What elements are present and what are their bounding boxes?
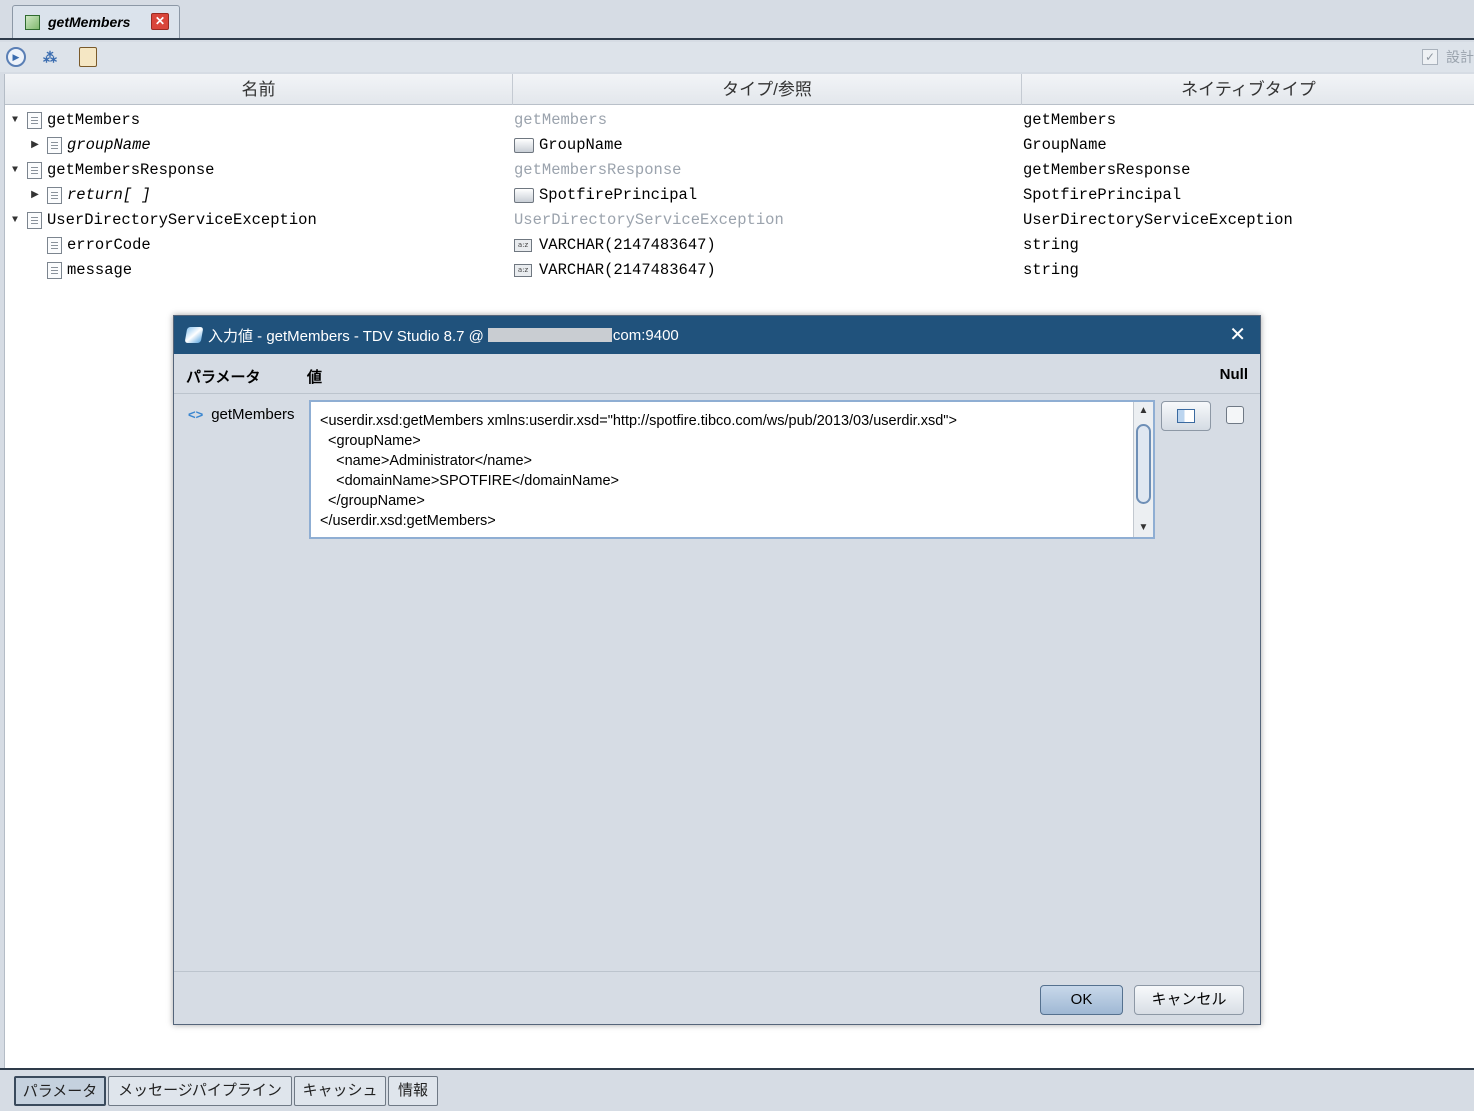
toolbar: ▶ ⁂ ✓ 設計 (0, 42, 1474, 72)
design-checkbox[interactable]: ✓ (1422, 49, 1438, 65)
expand-arrow-icon[interactable]: ▼ (9, 158, 21, 183)
tree-row-native: GroupName (1023, 136, 1107, 154)
tree-row[interactable]: ▶ groupName GroupName GroupName (5, 133, 1474, 158)
hierarchy-icon: ⁂ (43, 48, 57, 65)
column-header-type[interactable]: タイプ/参照 (513, 74, 1022, 105)
input-values-dialog: 入力値 - getMembers - TDV Studio 8.7 @ com:… (173, 315, 1261, 1025)
xml-element-icon: <> (188, 407, 204, 422)
struct-type-icon (514, 188, 534, 203)
tree-row-type: getMembers (514, 111, 608, 129)
tree-row[interactable]: ▶ return[ ] SpotfirePrincipal SpotfirePr… (5, 183, 1474, 208)
document-icon (47, 137, 62, 154)
vertical-scrollbar[interactable]: ▲ ▼ (1133, 402, 1153, 537)
editor-tab-bar: getMembers ✕ (0, 0, 1474, 40)
properties-button[interactable] (76, 45, 100, 69)
tree-row-name: getMembers (47, 111, 141, 129)
tree-row-type: GroupName (539, 136, 623, 154)
tree-row-type: SpotfirePrincipal (539, 186, 698, 204)
tree-row-type: VARCHAR(2147483647) (539, 261, 716, 279)
tree-row-native: string (1023, 236, 1079, 254)
header-null: Null (1219, 366, 1248, 383)
tdv-studio-icon (184, 327, 204, 343)
tree-row-native: getMembers (1023, 111, 1117, 129)
design-label: 設計 (1446, 49, 1474, 65)
column-header: 名前 タイプ/参照 ネイティブタイプ (5, 74, 1474, 105)
xml-value-textarea[interactable]: <userdir.xsd:getMembers xmlns:userdir.xs… (309, 400, 1155, 539)
editor-tab-title: getMembers (48, 14, 131, 30)
varchar-type-icon: a:z (514, 239, 532, 252)
tree-row-native: SpotfirePrincipal (1023, 186, 1182, 204)
tab-message-pipeline[interactable]: メッセージパイプライン (108, 1076, 292, 1106)
play-icon: ▶ (6, 47, 26, 67)
tree-row-name: UserDirectoryServiceException (47, 211, 317, 229)
design-toggle[interactable]: ✓ 設計 (1422, 47, 1474, 67)
tree-row[interactable]: message a:z VARCHAR(2147483647) string (5, 258, 1474, 283)
column-header-native-type[interactable]: ネイティブタイプ (1022, 74, 1474, 105)
operation-node-icon (27, 162, 42, 179)
tree-row-type: UserDirectoryServiceException (514, 211, 784, 229)
tree-row-name: message (67, 261, 133, 279)
header-value: 値 (307, 369, 323, 386)
tab-cache[interactable]: キャッシュ (294, 1076, 386, 1106)
tree-row[interactable]: errorCode a:z VARCHAR(2147483647) string (5, 233, 1474, 258)
editor-window-icon (1177, 409, 1195, 423)
tree-row-name: errorCode (67, 236, 151, 254)
null-checkbox[interactable] (1226, 406, 1244, 424)
scrollbar-thumb[interactable] (1136, 424, 1151, 504)
tree-row-type: getMembersResponse (514, 161, 682, 179)
expand-arrow-icon[interactable]: ▼ (9, 208, 21, 233)
scroll-up-icon[interactable]: ▲ (1134, 402, 1153, 420)
tree-row-name: return[ ] (67, 186, 151, 204)
document-icon (47, 262, 62, 279)
operation-node-icon (27, 112, 42, 129)
column-header-name[interactable]: 名前 (5, 74, 513, 105)
expand-arrow-icon[interactable]: ▼ (9, 108, 21, 133)
operation-icon (25, 14, 40, 30)
close-icon[interactable]: ✕ (151, 13, 169, 30)
tree-row-name: getMembersResponse (47, 161, 215, 179)
tab-info[interactable]: 情報 (388, 1076, 438, 1106)
dialog-title-suffix: com:9400 (612, 326, 679, 344)
tree-row-name: groupName (67, 136, 151, 154)
tree-view-button[interactable]: ⁂ (38, 45, 62, 69)
parameter-name: <> getMembers (188, 406, 295, 423)
tree-row[interactable]: ▼ getMembers getMembers getMembers (5, 108, 1474, 133)
scroll-down-icon[interactable]: ▼ (1134, 519, 1153, 537)
xml-value-text[interactable]: <userdir.xsd:getMembers xmlns:userdir.xs… (320, 411, 1130, 531)
varchar-type-icon: a:z (514, 264, 532, 277)
dialog-title-bar[interactable]: 入力値 - getMembers - TDV Studio 8.7 @ com:… (174, 316, 1260, 354)
tree-row[interactable]: ▼ UserDirectoryServiceException UserDire… (5, 208, 1474, 233)
tree-row-native: getMembersResponse (1023, 161, 1191, 179)
close-icon[interactable]: ✕ (1229, 324, 1246, 344)
expand-arrow-icon[interactable]: ▶ (29, 183, 41, 208)
operation-node-icon (27, 212, 42, 229)
parameter-name-label: getMembers (211, 406, 295, 423)
redacted-host (487, 328, 612, 342)
header-parameter: パラメータ (186, 369, 261, 386)
editor-tab-getmembers[interactable]: getMembers ✕ (12, 5, 180, 38)
dialog-column-header: パラメータ 値 Null (174, 354, 1260, 394)
tree-row-native: UserDirectoryServiceException (1023, 211, 1293, 229)
dialog-footer-divider (174, 971, 1260, 972)
document-icon (47, 187, 62, 204)
run-button[interactable]: ▶ (4, 45, 28, 69)
clipboard-icon (79, 47, 97, 67)
document-icon (47, 237, 62, 254)
dialog-title-prefix: 入力値 - getMembers - TDV Studio 8.7 @ (208, 327, 484, 345)
bottom-tab-bar: パラメータ メッセージパイプライン キャッシュ 情報 (0, 1068, 1474, 1111)
struct-type-icon (514, 138, 534, 153)
ok-button[interactable]: OK (1040, 985, 1123, 1015)
open-editor-button[interactable] (1161, 401, 1211, 431)
cancel-button[interactable]: キャンセル (1134, 985, 1244, 1015)
tree-row-type: VARCHAR(2147483647) (539, 236, 716, 254)
tab-parameters[interactable]: パラメータ (14, 1076, 106, 1106)
tree-row[interactable]: ▼ getMembersResponse getMembersResponse … (5, 158, 1474, 183)
expand-arrow-icon[interactable]: ▶ (29, 133, 41, 158)
tree-row-native: string (1023, 261, 1079, 279)
